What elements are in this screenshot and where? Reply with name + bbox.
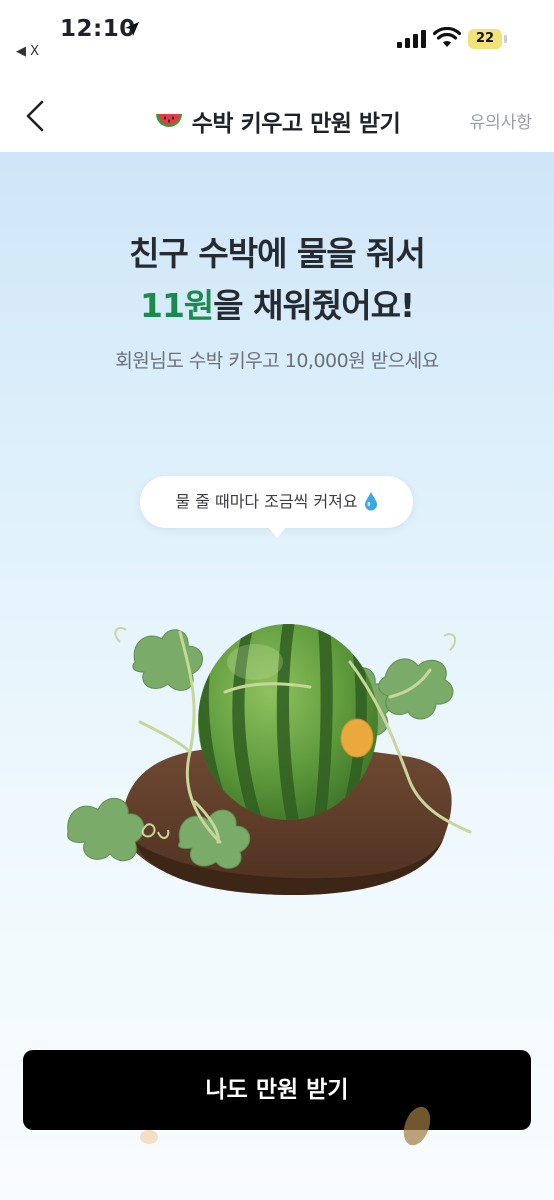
subtitle: 회원님도 수박 키우고 10,000원 받으세요 (115, 350, 439, 372)
reward-amount: 11원 (140, 286, 214, 325)
headline-line2: 11원을 채워줬어요! (0, 280, 554, 332)
wifi-icon (433, 27, 461, 47)
location-arrow-icon (125, 22, 139, 36)
battery-indicator: 22 (468, 29, 508, 51)
headline-line2-text: 을 채워줬어요! (213, 286, 415, 325)
battery-level: 22 (475, 31, 495, 46)
watermelon-slice-icon (155, 114, 182, 127)
main-content: 친구 수박에 물을 줘서 11원을 채워줬어요! 회원님도 수박 키우고 10,… (0, 152, 554, 1200)
notice-link[interactable]: 유의사항 (469, 108, 532, 133)
watermelon-illustration[interactable] (50, 542, 500, 932)
seed-decoration (140, 1130, 158, 1144)
cellular-signal-icon (397, 30, 426, 48)
nav-bar: 수박 키우고 만원 받기 유의사항 (0, 70, 554, 152)
battery-tip (504, 35, 507, 43)
back-to-app-link[interactable]: ◀ X (16, 44, 39, 59)
page-title-text: 수박 키우고 만원 받기 (191, 111, 401, 137)
speech-bubble: 물 줄 때마다 조금씩 커져요 (140, 476, 413, 538)
water-drop-icon (364, 492, 377, 511)
get-10000-won-button[interactable]: 나도 만원 받기 (23, 1050, 531, 1130)
status-bar: 12:10 ◀ X 22 (0, 0, 554, 70)
headline: 친구 수박에 물을 줘서 11원을 채워줬어요! (0, 228, 554, 332)
headline-line1: 친구 수박에 물을 줘서 (129, 234, 426, 273)
bubble-text: 물 줄 때마다 조금씩 커져요 (175, 492, 358, 511)
